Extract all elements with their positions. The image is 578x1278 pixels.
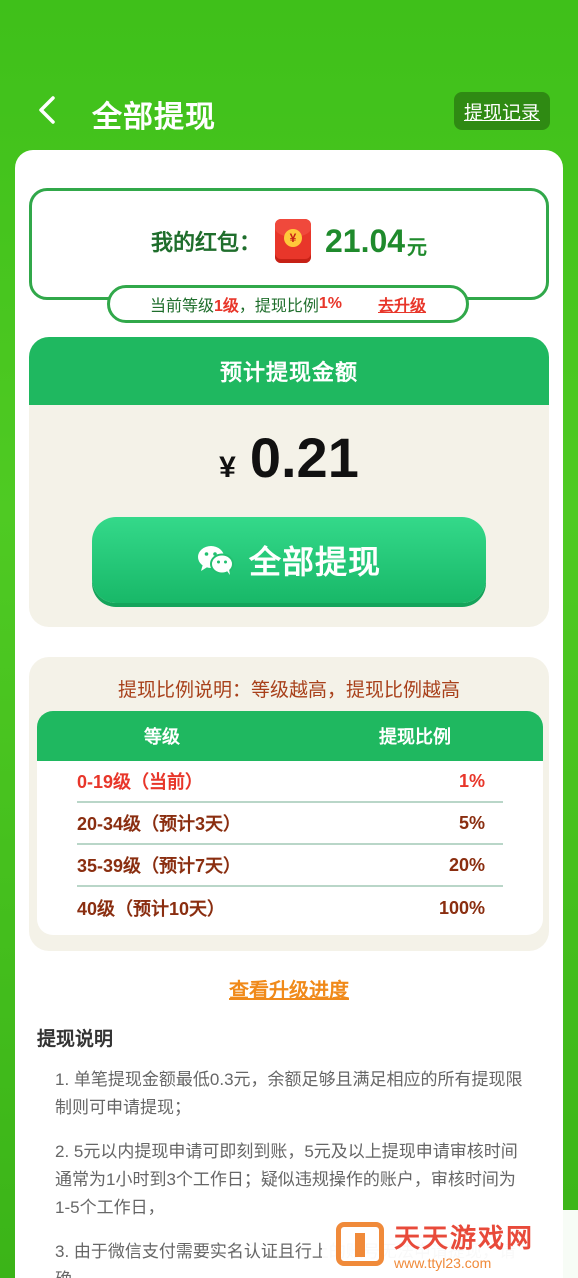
wallet-box: 我的红包： ¥ 21.04 元: [29, 188, 549, 300]
page-title: 全部提现: [92, 101, 216, 134]
estimate-box: 预计提现金额 ¥ 0.21 全部提现: [29, 337, 549, 627]
wallet-amount: 21.04: [324, 222, 406, 259]
upgrade-progress-link[interactable]: 查看升级进度: [15, 974, 563, 1003]
level-value: 1级: [213, 298, 239, 315]
estimate-value: 0.21: [249, 426, 359, 489]
level-pill: 当前等级 1级 ，提现比例 1% 去升级: [107, 285, 469, 323]
row-ratio: 1%: [458, 770, 485, 791]
row-level: 0-19级（当前）: [77, 772, 204, 792]
col-ratio-header: 提现比例: [379, 727, 451, 747]
currency-symbol: ¥: [219, 451, 236, 484]
wallet-unit: 元: [407, 236, 428, 259]
ratio-table: 等级 提现比例 0-19级（当前） 1% 20-34级（预计3天） 5% 35-…: [37, 711, 543, 935]
back-button[interactable]: [32, 92, 62, 128]
ratio-table-header: 等级 提现比例: [37, 711, 543, 761]
table-row: 40级（预计10天） 100%: [77, 887, 503, 929]
row-ratio: 100%: [438, 897, 485, 918]
table-row: 35-39级（预计7天） 20%: [77, 845, 503, 887]
note-item: 1. 单笔提现金额最低0.3元，余额足够且满足相应的所有提现限制则可申请提现；: [55, 1070, 523, 1117]
row-level: 40级（预计10天）: [77, 899, 226, 919]
red-packet-icon: ¥: [274, 219, 311, 263]
header: 全部提现 提现记录: [0, 0, 578, 150]
withdraw-all-button[interactable]: 全部提现: [92, 517, 486, 603]
wechat-icon: [197, 546, 234, 575]
level-prefix: 当前等级: [149, 298, 214, 315]
withdraw-history-button[interactable]: 提现记录: [453, 92, 550, 130]
level-mid: ，提现比例: [238, 298, 319, 315]
chevron-left-icon: [39, 96, 55, 124]
table-row: 0-19级（当前） 1%: [77, 761, 503, 803]
wallet-row: 我的红包： ¥ 21.04 元: [32, 219, 546, 263]
ratio-title: 提现比例说明：等级越高，提现比例越高: [117, 680, 460, 701]
watermark-logo-icon: [336, 1222, 384, 1266]
upgrade-link[interactable]: 去升级: [378, 292, 426, 316]
row-level: 20-34级（预计3天）: [77, 814, 242, 834]
watermark-name: 天天游戏网: [394, 1222, 535, 1253]
main-card: 我的红包： ¥ 21.04 元 当前等级 1级 ，提现比例 1% 去升级 预计提…: [15, 150, 563, 1278]
estimate-amount: ¥ 0.21: [29, 425, 549, 490]
table-row: 20-34级（预计3天） 5%: [77, 803, 503, 845]
col-level-header: 等级: [144, 727, 180, 747]
row-level: 35-39级（预计7天）: [77, 856, 242, 876]
watermark-url: www.ttyl23.com: [394, 1254, 492, 1271]
withdraw-all-label: 全部提现: [248, 544, 381, 580]
ratio-value: 1%: [318, 295, 343, 312]
row-ratio: 20%: [448, 854, 485, 875]
ratio-box: 提现比例说明：等级越高，提现比例越高 等级 提现比例 0-19级（当前） 1% …: [29, 657, 549, 951]
row-ratio: 5%: [458, 812, 485, 833]
notes-title: 提现说明: [37, 1029, 114, 1050]
wallet-label: 我的红包：: [150, 230, 261, 255]
watermark: 天天游戏网 www.ttyl23.com: [322, 1210, 578, 1278]
estimate-title: 预计提现金额: [29, 337, 549, 405]
